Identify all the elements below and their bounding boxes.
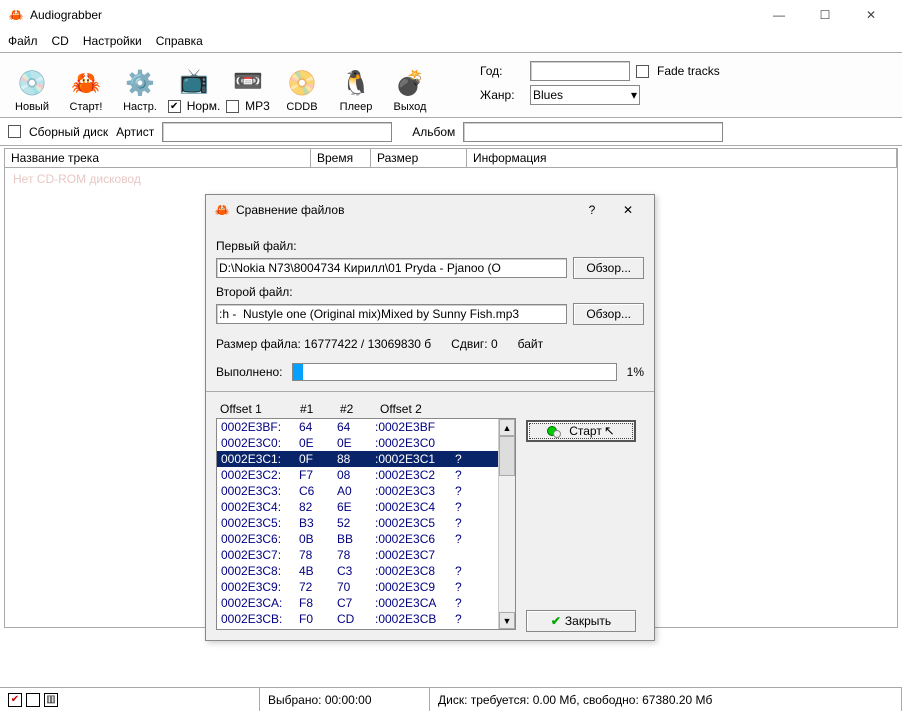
window-title: Audiograbber [30,8,756,22]
album-input[interactable] [463,122,723,142]
sbornik-checkbox[interactable] [8,125,21,138]
compare-dialog: 🦀 Сравнение файлов ? ✕ Первый файл: Обзо… [205,194,655,641]
hex-row[interactable]: 0002E3C1:0F88:0002E3C1? [217,451,515,467]
play-icon [547,424,565,438]
status-disk: Диск: требуется: 0.00 Мб, свободно: 6738… [430,688,902,711]
status-bars-icon[interactable]: ▥ [44,693,58,707]
mp3-icon: 📼 [232,65,264,97]
status-box-icon[interactable] [26,693,40,707]
toolbar-exit[interactable]: 💣Выход [386,67,434,113]
norm-checkbox[interactable]: ✔ [168,100,181,113]
cddb-icon: 📀 [286,67,318,99]
fade-tracks-option[interactable]: Fade tracks [636,64,756,78]
close-button[interactable]: ✕ [848,0,894,30]
penguin-icon: 🐧 [340,67,372,99]
hex-row[interactable]: 0002E3C8:4BC3:0002E3C8? [217,563,515,579]
toolbar: 💿Новый 🦀Старт! ⚙️Настр. 📺✔Норм. 📼MP3 📀CD… [0,52,902,118]
status-bar: ✔ ▥ Выбрано: 00:00:00 Диск: требуется: 0… [0,687,902,711]
genre-label: Жанр: [480,88,524,102]
scroll-down-icon[interactable]: ▼ [499,612,515,629]
no-drive-text: Нет CD-ROM дисковод [5,168,897,190]
hex-scrollbar[interactable]: ▲ ▼ [498,419,515,629]
year-input[interactable] [530,61,630,81]
artist-label: Артист [116,125,154,139]
hex-row[interactable]: 0002E3C4:826E:0002E3C4? [217,499,515,515]
dialog-help-button[interactable]: ? [574,203,610,217]
app-icon: 🦀 [8,7,24,23]
cursor-icon: ↖ [604,423,615,439]
filter-row: Сборный диск Артист Альбом [0,118,902,146]
status-check-icon[interactable]: ✔ [8,693,22,707]
first-file-label: Первый файл: [216,239,644,253]
col-name[interactable]: Название трека [5,149,311,167]
menu-help[interactable]: Справка [156,34,203,48]
hex-row[interactable]: 0002E3C6:0BBB:0002E3C6? [217,531,515,547]
toolbar-norm[interactable]: 📺✔Норм. [170,65,218,113]
chevron-down-icon: ▾ [631,88,637,102]
status-selected: Выбрано: 00:00:00 [260,688,430,711]
dialog-titlebar: 🦀 Сравнение файлов ? ✕ [206,195,654,225]
monitor-icon: 📺 [178,65,210,97]
menu-cd[interactable]: CD [52,34,69,48]
hex-row[interactable]: 0002E3BF:6464:0002E3BF [217,419,515,435]
minimize-button[interactable]: — [756,0,802,30]
first-browse-button[interactable]: Обзор... [573,257,644,279]
dialog-title: Сравнение файлов [236,203,574,217]
year-label: Год: [480,64,524,78]
first-file-input[interactable] [216,258,567,278]
menu-settings[interactable]: Настройки [83,34,142,48]
disc-icon: 💿 [16,67,48,99]
filesize-label: Размер файла: 16777422 / 13069830 б [216,337,431,351]
menu-bar: Файл CD Настройки Справка [0,30,902,52]
dialog-close-action-button[interactable]: ✔ Закрыть [526,610,636,632]
hex-row[interactable]: 0002E3C5:B352:0002E3C5? [217,515,515,531]
col-size[interactable]: Размер [371,149,467,167]
toolbar-mp3[interactable]: 📼MP3 [224,65,272,113]
hex-row[interactable]: 0002E3C3:C6A0:0002E3C3? [217,483,515,499]
progress-bar [292,363,616,381]
hex-list[interactable]: 0002E3BF:6464:0002E3BF0002E3C0:0E0E:0002… [216,418,516,630]
hex-row[interactable]: 0002E3C2:F708:0002E3C2? [217,467,515,483]
hex-row[interactable]: 0002E3C0:0E0E:0002E3C0 [217,435,515,451]
hex-row[interactable]: 0002E3C7:7878:0002E3C7 [217,547,515,563]
status-icons: ✔ ▥ [0,688,260,711]
hex-row[interactable]: 0002E3C9:7270:0002E3C9? [217,579,515,595]
shift-label: Сдвиг: 0 [451,337,497,351]
toolbar-cddb[interactable]: 📀CDDB [278,67,326,113]
progress-percent: 1% [627,365,644,379]
track-list-header: Название трека Время Размер Информация [4,148,898,168]
second-browse-button[interactable]: Обзор... [573,303,644,325]
scroll-thumb[interactable] [499,436,515,476]
toolbar-settings[interactable]: ⚙️Настр. [116,67,164,113]
toolbar-new[interactable]: 💿Новый [8,67,56,113]
window-titlebar: 🦀 Audiograbber — ☐ ✕ [0,0,902,30]
dialog-close-button[interactable]: ✕ [610,203,646,217]
col-info[interactable]: Информация [467,149,897,167]
mp3-checkbox[interactable] [226,100,239,113]
col-time[interactable]: Время [311,149,371,167]
start-button[interactable]: Старт ↖ [526,420,636,442]
check-icon: ✔ [551,614,561,628]
maximize-button[interactable]: ☐ [802,0,848,30]
album-label: Альбом [412,125,455,139]
bytes-label: байт [518,337,543,351]
toolbar-start[interactable]: 🦀Старт! [62,67,110,113]
exit-icon: 💣 [394,67,426,99]
start-icon: 🦀 [70,67,102,99]
done-label: Выполнено: [216,365,282,379]
dialog-icon: 🦀 [214,202,230,218]
hex-row[interactable]: 0002E3CA:F8C7:0002E3CA? [217,595,515,611]
hex-headers: Offset 1 #1 #2 Offset 2 [216,402,516,418]
second-file-label: Второй файл: [216,285,644,299]
menu-file[interactable]: Файл [8,34,38,48]
artist-input[interactable] [162,122,392,142]
genre-combo[interactable]: Blues▾ [530,85,640,105]
sbornik-option[interactable]: Сборный диск [8,125,108,139]
scroll-up-icon[interactable]: ▲ [499,419,515,436]
toolbar-player[interactable]: 🐧Плеер [332,67,380,113]
gear-icon: ⚙️ [124,67,156,99]
second-file-input[interactable] [216,304,567,324]
hex-row[interactable]: 0002E3CB:F0CD:0002E3CB? [217,611,515,627]
fade-checkbox[interactable] [636,65,649,78]
